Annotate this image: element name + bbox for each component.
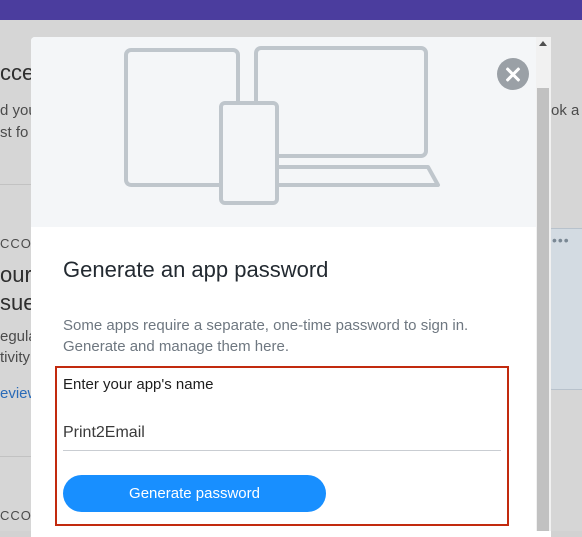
devices-illustration bbox=[124, 46, 440, 205]
generate-password-button[interactable]: Generate password bbox=[63, 475, 326, 512]
background-text-fragment: tivity bbox=[0, 349, 30, 366]
background-side-widget bbox=[548, 228, 582, 390]
background-header-bar bbox=[0, 0, 582, 20]
modal-hero bbox=[31, 37, 536, 227]
modal-title: Generate an app password bbox=[63, 257, 329, 282]
background-divider bbox=[0, 184, 32, 185]
scrollbar-thumb[interactable] bbox=[537, 88, 549, 531]
close-icon[interactable] bbox=[497, 58, 529, 90]
app-name-input[interactable] bbox=[63, 416, 501, 451]
background-divider bbox=[0, 456, 32, 457]
background-heading-fragment: our bbox=[0, 262, 32, 287]
modal-description: Some apps require a separate, one-time p… bbox=[63, 317, 469, 355]
laptop-base-icon bbox=[260, 165, 440, 187]
background-more-dots: ••• bbox=[552, 232, 570, 248]
scroll-up-arrow-icon[interactable] bbox=[539, 41, 547, 46]
laptop-icon bbox=[254, 46, 428, 158]
background-text-fragment: ok a bbox=[551, 102, 580, 119]
background-text-fragment: st fo bbox=[0, 124, 29, 141]
app-name-label: Enter your app's name bbox=[63, 376, 214, 393]
phone-icon bbox=[219, 101, 279, 205]
